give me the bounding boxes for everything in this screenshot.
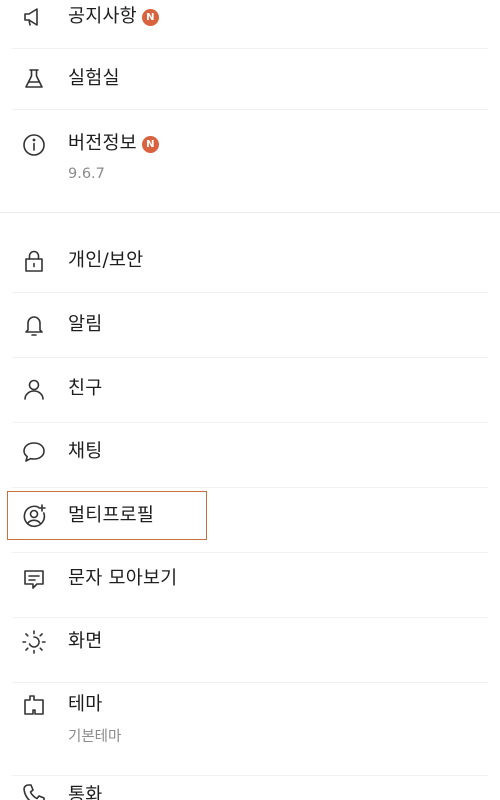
flask-icon <box>20 65 48 93</box>
menu-item-label: 채팅 <box>68 441 103 462</box>
menu-item-friends[interactable]: 친구 <box>0 358 500 422</box>
bell-icon <box>20 311 48 339</box>
new-badge: N <box>141 136 159 153</box>
chat-bubble-icon <box>20 438 48 466</box>
brightness-icon <box>20 628 48 656</box>
menu-item-version[interactable]: 버전정보 N 9.6.7 <box>0 110 500 200</box>
menu-item-message-collection[interactable]: 문자 모아보기 <box>0 553 500 617</box>
version-number: 9.6.7 <box>68 166 105 182</box>
menu-item-label: 실험실 <box>68 68 120 89</box>
menu-item-notice[interactable]: 공지사항 N <box>0 0 500 48</box>
menu-item-label: 알림 <box>68 314 103 335</box>
menu-item-label: 테마 <box>68 694 103 715</box>
menu-item-display[interactable]: 화면 <box>0 618 500 682</box>
menu-item-call[interactable]: 통화 <box>0 776 500 800</box>
menu-item-label: 공지사항 N <box>68 5 159 29</box>
menu-item-label: 문자 모아보기 <box>68 568 178 589</box>
menu-item-notification[interactable]: 알림 <box>0 293 500 357</box>
menu-item-label: 개인/보안 <box>68 250 144 271</box>
settings-screen: 공지사항 N 실험실 버전정보 N 9.6.7 개인/보안 알림 친구 채팅 멀… <box>0 0 500 800</box>
menu-item-privacy[interactable]: 개인/보안 <box>0 228 500 292</box>
info-icon <box>20 131 48 159</box>
menu-item-label: 화면 <box>68 631 103 652</box>
menu-item-label: 버전정보 N <box>68 132 159 156</box>
menu-item-multi-profile[interactable]: 멀티프로필 <box>0 488 500 552</box>
lock-icon <box>20 247 48 275</box>
menu-item-label: 통화 <box>68 785 103 800</box>
menu-item-chat[interactable]: 채팅 <box>0 423 500 487</box>
person-icon <box>20 375 48 403</box>
menu-item-lab[interactable]: 실험실 <box>0 49 500 109</box>
menu-item-theme[interactable]: 테마 기본테마 <box>0 683 500 773</box>
menu-item-label: 멀티프로필 <box>68 505 155 526</box>
menu-item-label: 친구 <box>68 378 103 399</box>
message-collect-icon <box>20 565 48 593</box>
megaphone-icon <box>20 3 48 31</box>
section-divider <box>0 212 500 213</box>
multi-profile-icon <box>20 502 48 530</box>
new-badge: N <box>141 9 159 26</box>
theme-icon <box>20 691 48 719</box>
phone-icon <box>20 781 48 800</box>
theme-current-value: 기본테마 <box>68 729 122 745</box>
